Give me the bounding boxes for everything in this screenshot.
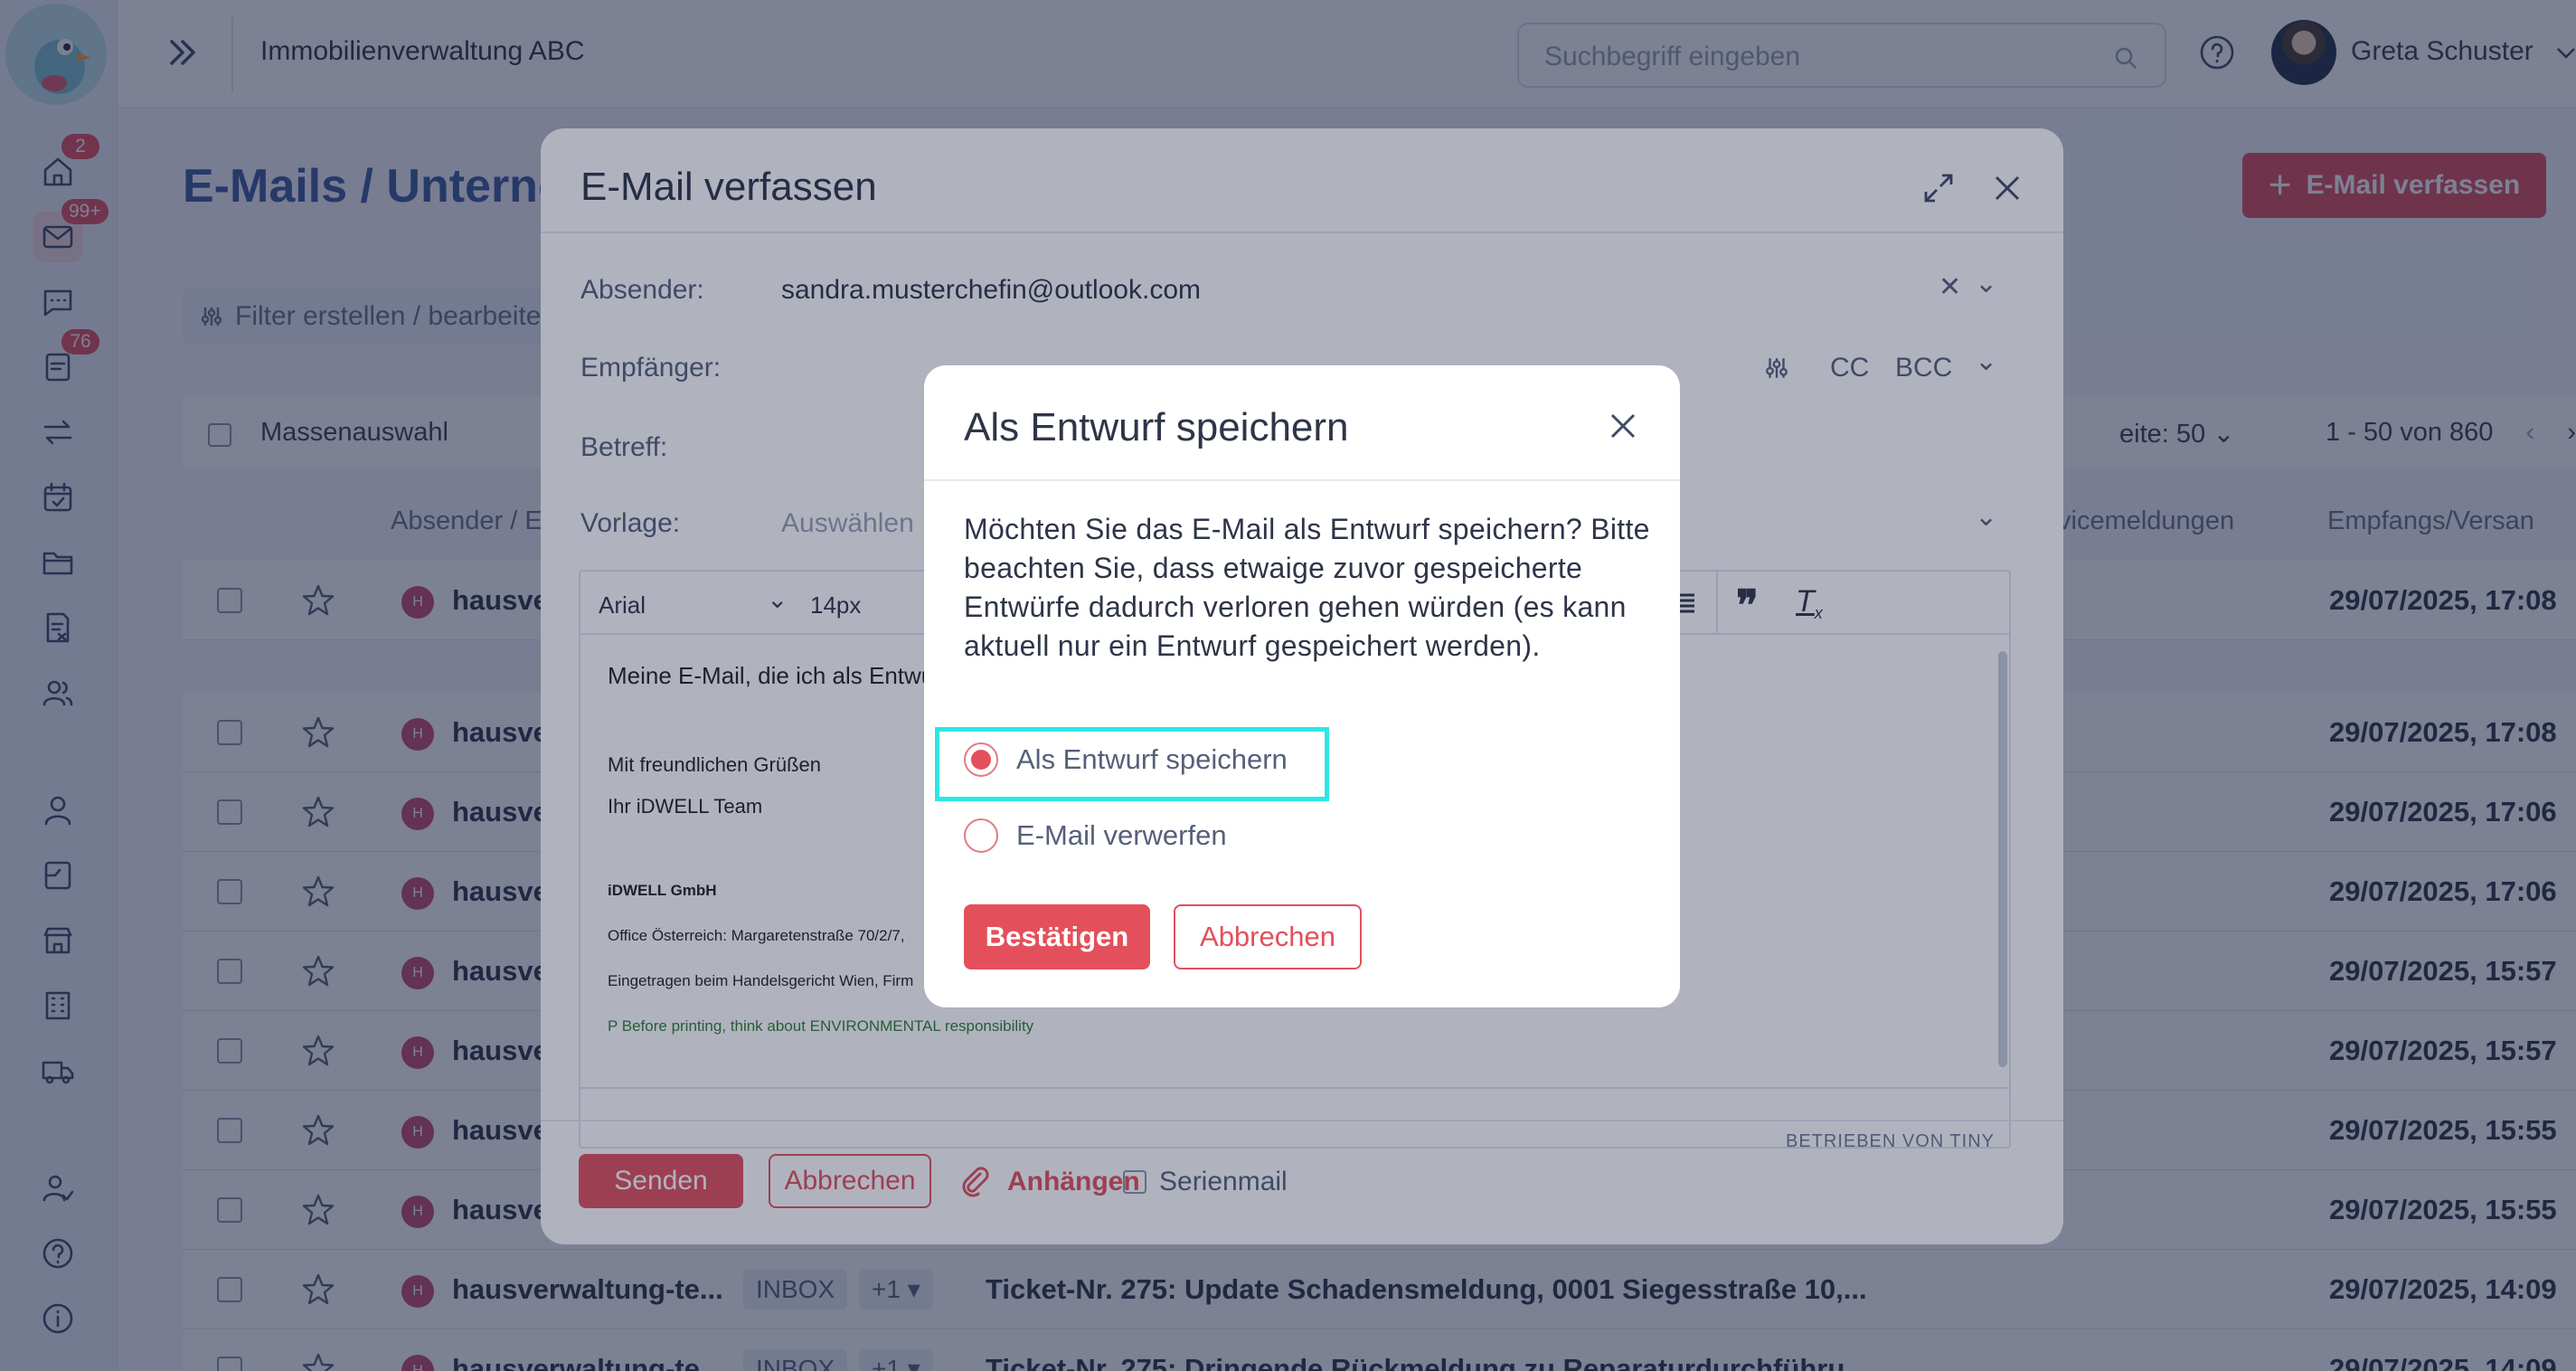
save-draft-dialog: Als Entwurf speichern Möchten Sie das E-… bbox=[924, 365, 1680, 1007]
option-save-draft[interactable]: Als Entwurf speichern bbox=[964, 734, 1288, 785]
option-discard-email[interactable]: E-Mail verwerfen bbox=[964, 810, 1227, 861]
option-save-draft-label: Als Entwurf speichern bbox=[1016, 743, 1288, 775]
radio-save-draft[interactable] bbox=[964, 742, 998, 777]
dialog-message: Möchten Sie das E-Mail als Entwurf speic… bbox=[964, 513, 1650, 662]
option-discard-label: E-Mail verwerfen bbox=[1016, 819, 1227, 851]
confirm-button[interactable]: Bestätigen bbox=[964, 904, 1150, 969]
radio-discard-email[interactable] bbox=[964, 818, 998, 853]
close-icon[interactable] bbox=[1608, 411, 1638, 441]
dialog-title: Als Entwurf speichern bbox=[964, 405, 1349, 449]
divider bbox=[924, 479, 1680, 481]
cancel-button[interactable]: Abbrechen bbox=[1174, 904, 1362, 969]
